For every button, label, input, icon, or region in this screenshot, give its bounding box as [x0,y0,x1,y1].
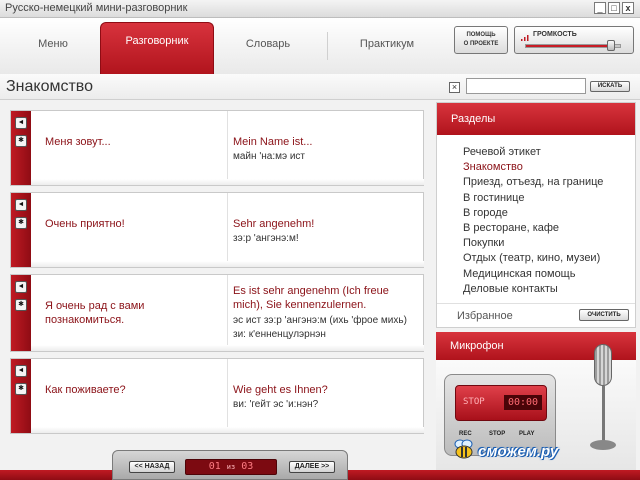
phrase-transcription: зэ:р 'ангэнэ:м! [233,233,299,244]
phrase-transcription: эс ист зэ:р 'ангэнэ:м (ихь 'фрое михь) з… [233,315,407,340]
section-bar: Знакомство × ИСКАТЬ [0,74,640,100]
section-item[interactable]: Речевой этикет [463,145,603,160]
play-icon[interactable]: ◄ [15,199,27,211]
search-input[interactable] [466,78,586,94]
section-item[interactable]: Медицинская помощь [463,267,603,282]
section-item[interactable]: Деловые контакты [463,282,603,297]
watermark-logo: сможем.ру [478,443,559,460]
card-divider [227,275,228,351]
section-item[interactable]: Покупки [463,236,603,251]
previous-button[interactable]: << НАЗАД [129,461,175,473]
phrase-russian: Как поживаете? [45,384,126,396]
play-icon[interactable]: ◄ [15,365,27,377]
phrase-card: ◄ ✱ Меня зовут... Mein Name ist... майн … [10,110,424,186]
favorite-icon[interactable]: ✱ [15,383,27,395]
section-title: Знакомство [6,78,94,95]
phrase-card: ◄ ✱ Как поживаете? Wie geht es Ihnen? ви… [10,358,424,434]
phrase-card: ◄ ✱ Я очень рад с вами познакомиться. Es… [10,274,424,352]
sections-heading: Разделы [437,103,635,135]
phrase-transcription: ви: 'гейт эс 'и:нэн? [233,399,319,410]
phrase-transcription: майн 'на:мэ ист [233,151,306,162]
volume-control[interactable]: ГРОМКОСТЬ [514,26,634,54]
close-button[interactable]: x [622,2,634,14]
section-item[interactable]: Приезд, отъезд, на границе [463,175,603,190]
card-shadow [31,179,424,185]
page-of: из [226,463,236,471]
record-button[interactable]: REC [459,431,472,437]
clear-search-button[interactable]: × [449,82,460,93]
card-divider [227,193,228,267]
minimize-button[interactable]: _ [594,2,606,14]
sections-sidebar: Разделы Речевой этикет Знакомство Приезд… [436,102,636,328]
tab-menu[interactable]: Меню [24,38,82,56]
window-title: Русско-немецкий мини-разговорник [5,2,188,14]
play-icon[interactable]: ◄ [15,117,27,129]
tab-phrasebook[interactable]: Разговорник [100,22,214,74]
card-shadow [31,427,424,433]
page-current: 01 [208,461,221,472]
next-button[interactable]: ДАЛЕЕ >> [289,461,335,473]
section-item[interactable]: В ресторане, кафе [463,221,603,236]
phrase-card: ◄ ✱ Очень приятно! Sehr angenehm! зэ:р '… [10,192,424,268]
play-button[interactable]: PLAY [519,431,534,437]
phrase-german: Mein Name ist... [233,136,313,148]
favorite-icon[interactable]: ✱ [15,135,27,147]
maximize-button[interactable]: □ [608,2,620,14]
recorder-screen: STOP 00:00 [455,385,547,421]
favorite-icon[interactable]: ✱ [15,299,27,311]
microphone-base [590,440,616,450]
card-divider [227,111,228,185]
microphone-icon [586,344,620,464]
section-item[interactable]: Отдых (театр, кино, музеи) [463,251,603,266]
card-shadow [31,261,424,267]
page-counter: 01 из 03 [185,459,277,475]
microphone-pole [602,386,605,442]
title-bar: Русско-немецкий мини-разговорник _ □ x [0,0,640,18]
search-button[interactable]: ИСКАТЬ [590,81,630,92]
favorites-link[interactable]: Избранное [457,310,513,322]
bee-logo-icon [454,439,473,459]
phrase-russian: Я очень рад с вами познакомиться. [45,300,145,326]
about-label: О ПРОЕКТЕ [463,41,499,47]
volume-label: ГРОМКОСТЬ [533,31,577,38]
phrase-russian: Меня зовут... [45,136,111,148]
tab-practice[interactable]: Практикум [350,38,424,56]
top-navigation: Меню Разговорник Словарь Практикум ПОМОЩ… [0,18,640,92]
help-label: ПОМОЩЬ [466,32,496,38]
play-icon[interactable]: ◄ [15,281,27,293]
microphone-grille [594,344,612,386]
phrase-russian: Очень приятно! [45,218,125,230]
tab-divider [327,32,328,60]
recorder-status: STOP [463,397,485,407]
phrase-german: Wie geht es Ihnen? [233,384,328,396]
page-total: 03 [241,461,254,472]
volume-fill [526,45,612,47]
phrase-german: Sehr angenehm! [233,218,315,230]
stop-button[interactable]: STOP [489,431,505,437]
section-item[interactable]: В городе [463,206,603,221]
recorder-time: 00:00 [504,395,542,410]
section-item-active[interactable]: Знакомство [463,160,603,175]
section-item[interactable]: В гостинице [463,191,603,206]
favorite-icon[interactable]: ✱ [15,217,27,229]
volume-slider-knob[interactable] [607,40,615,51]
card-shadow [31,345,424,351]
sidebar-divider [437,303,635,304]
volume-icon [521,35,529,41]
clear-favorites-button[interactable]: ОЧИСТИТЬ [579,309,629,321]
tab-dictionary[interactable]: Словарь [236,38,300,56]
phrase-german: Es ist sehr angenehm (Ich freue mich), S… [233,285,389,311]
card-divider [227,359,228,433]
pager: << НАЗАД 01 из 03 ДАЛЕЕ >> [112,450,348,480]
help-about-button[interactable]: ПОМОЩЬ О ПРОЕКТЕ [454,26,508,54]
sections-list: Речевой этикет Знакомство Приезд, отъезд… [463,145,603,297]
